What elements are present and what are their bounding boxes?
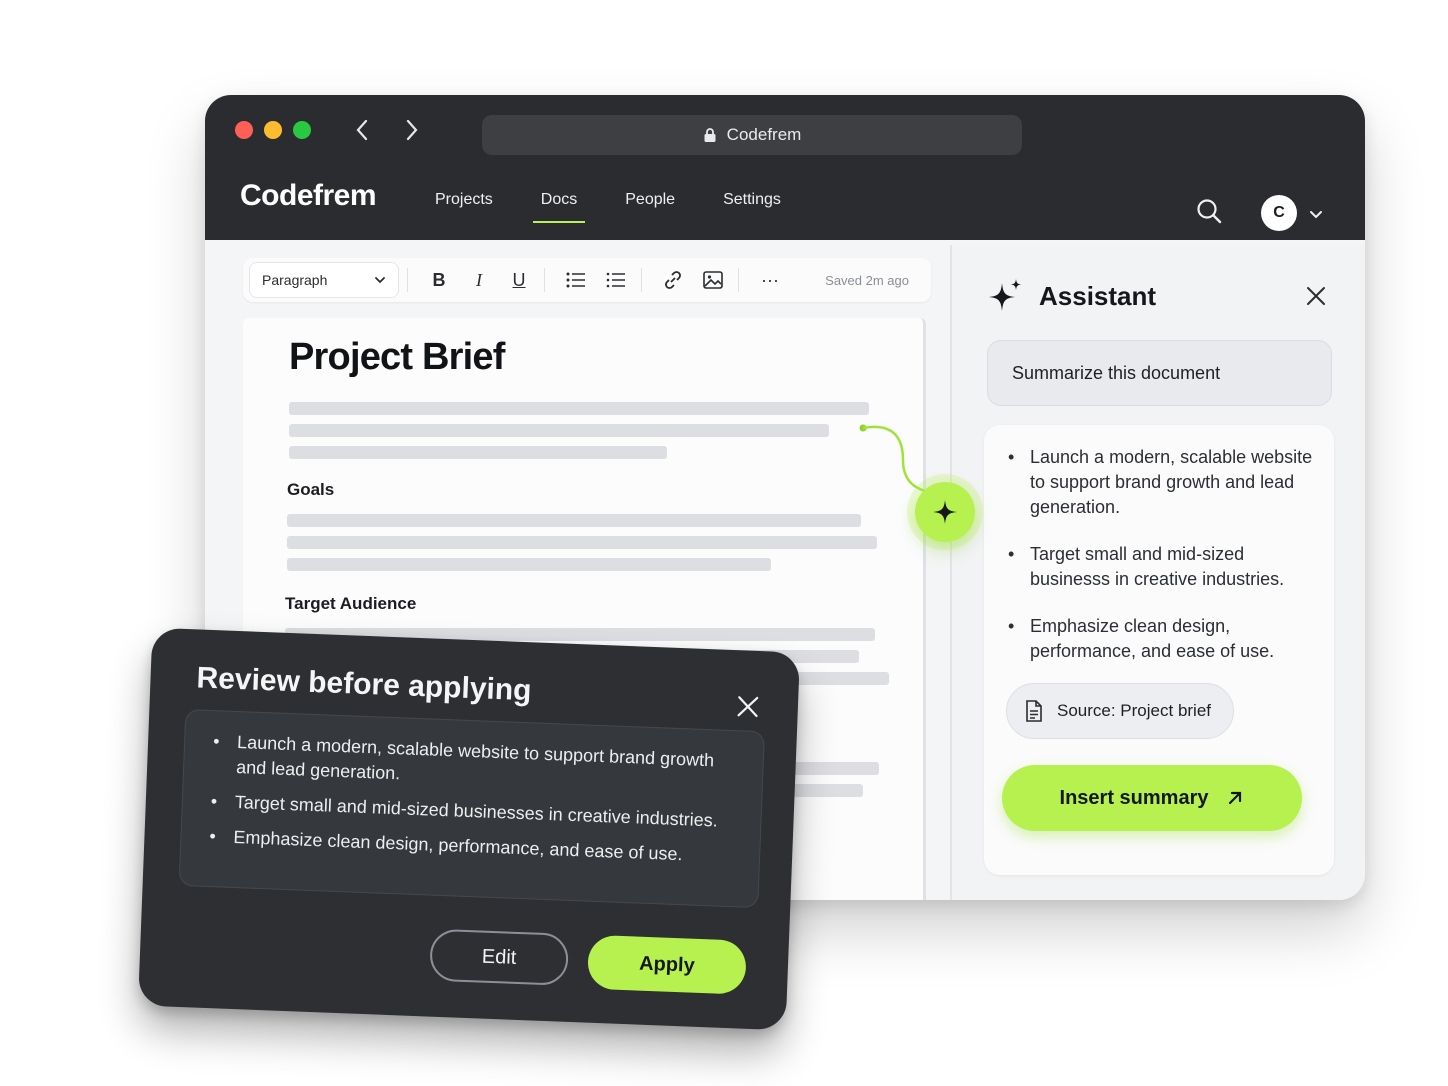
ai-sparkle-button[interactable] bbox=[915, 482, 975, 542]
block-type-select[interactable]: Paragraph bbox=[249, 262, 399, 298]
close-icon bbox=[737, 696, 759, 718]
text-line-placeholder bbox=[287, 558, 771, 571]
review-list: Launch a modern, scalable website to sup… bbox=[203, 729, 748, 880]
bold-icon: B bbox=[432, 269, 446, 290]
sparkle-icon bbox=[933, 500, 957, 524]
assistant-close-button[interactable] bbox=[1305, 285, 1327, 307]
toolbar-divider bbox=[738, 268, 739, 292]
assistant-panel: Assistant Summarize this document Launch… bbox=[950, 245, 1365, 900]
close-icon bbox=[1307, 287, 1325, 305]
sparkle-icon bbox=[989, 279, 1021, 311]
maximize-window-button[interactable] bbox=[293, 121, 311, 139]
brand-logo[interactable]: Codefrem bbox=[240, 179, 377, 213]
review-content: Launch a modern, scalable website to sup… bbox=[178, 709, 765, 909]
address-bar[interactable]: Codefrem bbox=[482, 115, 1022, 155]
summary-card: Launch a modern, scalable website to sup… bbox=[984, 425, 1334, 875]
forward-button[interactable] bbox=[399, 117, 425, 143]
search-button[interactable] bbox=[1195, 197, 1225, 227]
source-label: Source: Project brief bbox=[1057, 701, 1212, 720]
nav-tab-projects[interactable]: Projects bbox=[435, 191, 517, 221]
insert-summary-button[interactable]: Insert summary bbox=[1002, 765, 1302, 831]
lock-icon bbox=[704, 128, 716, 142]
summary-list: Launch a modern, scalable website to sup… bbox=[1006, 445, 1321, 686]
chevron-down-icon bbox=[1310, 211, 1322, 219]
document-title[interactable]: Project Brief bbox=[289, 336, 505, 379]
window-controls bbox=[235, 121, 311, 139]
summary-item: Target small and mid-sized businesss in … bbox=[1006, 542, 1321, 592]
numbered-list-button[interactable] bbox=[599, 263, 633, 297]
italic-button[interactable]: I bbox=[462, 263, 496, 297]
italic-icon: I bbox=[476, 269, 482, 290]
prompt-message[interactable]: Summarize this document bbox=[987, 340, 1332, 406]
app-header: Codefrem Projects Docs People Settings C bbox=[205, 157, 1365, 240]
underline-button[interactable]: U bbox=[502, 263, 536, 297]
summary-item: Launch a modern, scalable website to sup… bbox=[1006, 445, 1321, 520]
bullet-list-button[interactable] bbox=[559, 263, 593, 297]
main-nav: Projects Docs People Settings bbox=[435, 191, 829, 223]
more-button[interactable]: ··· bbox=[753, 263, 787, 297]
image-icon bbox=[703, 271, 723, 289]
arrow-up-right-icon bbox=[1229, 791, 1242, 805]
text-line-placeholder bbox=[289, 446, 667, 459]
chevron-down-icon bbox=[375, 277, 385, 284]
document-icon bbox=[1026, 700, 1042, 722]
summary-item: Emphasize clean design, performance, and… bbox=[1006, 614, 1321, 664]
more-icon: ··· bbox=[761, 269, 779, 290]
format-toolbar: Paragraph B I U ··· Saved 2m ago bbox=[243, 258, 931, 302]
search-icon bbox=[1197, 199, 1222, 224]
text-line-placeholder bbox=[289, 424, 829, 437]
url-text: Codefrem bbox=[726, 125, 802, 144]
nav-tab-docs[interactable]: Docs bbox=[532, 191, 601, 223]
account-menu-toggle[interactable] bbox=[1307, 205, 1325, 223]
insert-summary-label: Insert summary bbox=[1059, 786, 1209, 809]
browser-chrome: Codefrem Codefrem Projects Docs People S… bbox=[205, 95, 1365, 240]
source-chip[interactable]: Source: Project brief bbox=[1006, 683, 1234, 739]
assistant-header: Assistant bbox=[987, 277, 1156, 315]
review-title: Review before applying bbox=[195, 661, 533, 708]
underline-icon: U bbox=[512, 269, 526, 290]
block-type-value: Paragraph bbox=[262, 272, 328, 288]
section-heading-target-audience[interactable]: Target Audience bbox=[285, 594, 416, 614]
apply-button[interactable]: Apply bbox=[586, 934, 747, 995]
review-close-button[interactable] bbox=[735, 694, 760, 719]
assistant-title: Assistant bbox=[1039, 280, 1157, 311]
nav-tab-people[interactable]: People bbox=[625, 191, 699, 221]
nav-tab-settings[interactable]: Settings bbox=[723, 191, 805, 221]
back-button[interactable] bbox=[349, 117, 375, 143]
toolbar-divider bbox=[641, 268, 642, 292]
numbered-list-icon bbox=[606, 272, 625, 288]
bullet-list-icon bbox=[566, 272, 585, 288]
avatar[interactable]: C bbox=[1261, 195, 1297, 231]
review-dialog: Review before applying Launch a modern, … bbox=[137, 627, 801, 1031]
toolbar-divider bbox=[407, 268, 408, 292]
link-icon bbox=[665, 271, 681, 289]
bold-button[interactable]: B bbox=[422, 263, 456, 297]
save-status: Saved 2m ago bbox=[825, 272, 909, 288]
minimize-window-button[interactable] bbox=[264, 121, 282, 139]
link-button[interactable] bbox=[656, 263, 690, 297]
review-item: Launch a modern, scalable website to sup… bbox=[206, 729, 748, 800]
chevron-right-icon bbox=[406, 119, 418, 141]
toolbar-divider bbox=[544, 268, 545, 292]
close-window-button[interactable] bbox=[235, 121, 253, 139]
text-line-placeholder bbox=[289, 402, 869, 415]
chevron-left-icon bbox=[356, 119, 368, 141]
text-line-placeholder bbox=[287, 514, 861, 527]
edit-button[interactable]: Edit bbox=[429, 928, 570, 986]
image-button[interactable] bbox=[696, 263, 730, 297]
text-line-placeholder bbox=[287, 536, 877, 549]
section-heading-goals[interactable]: Goals bbox=[287, 480, 334, 500]
